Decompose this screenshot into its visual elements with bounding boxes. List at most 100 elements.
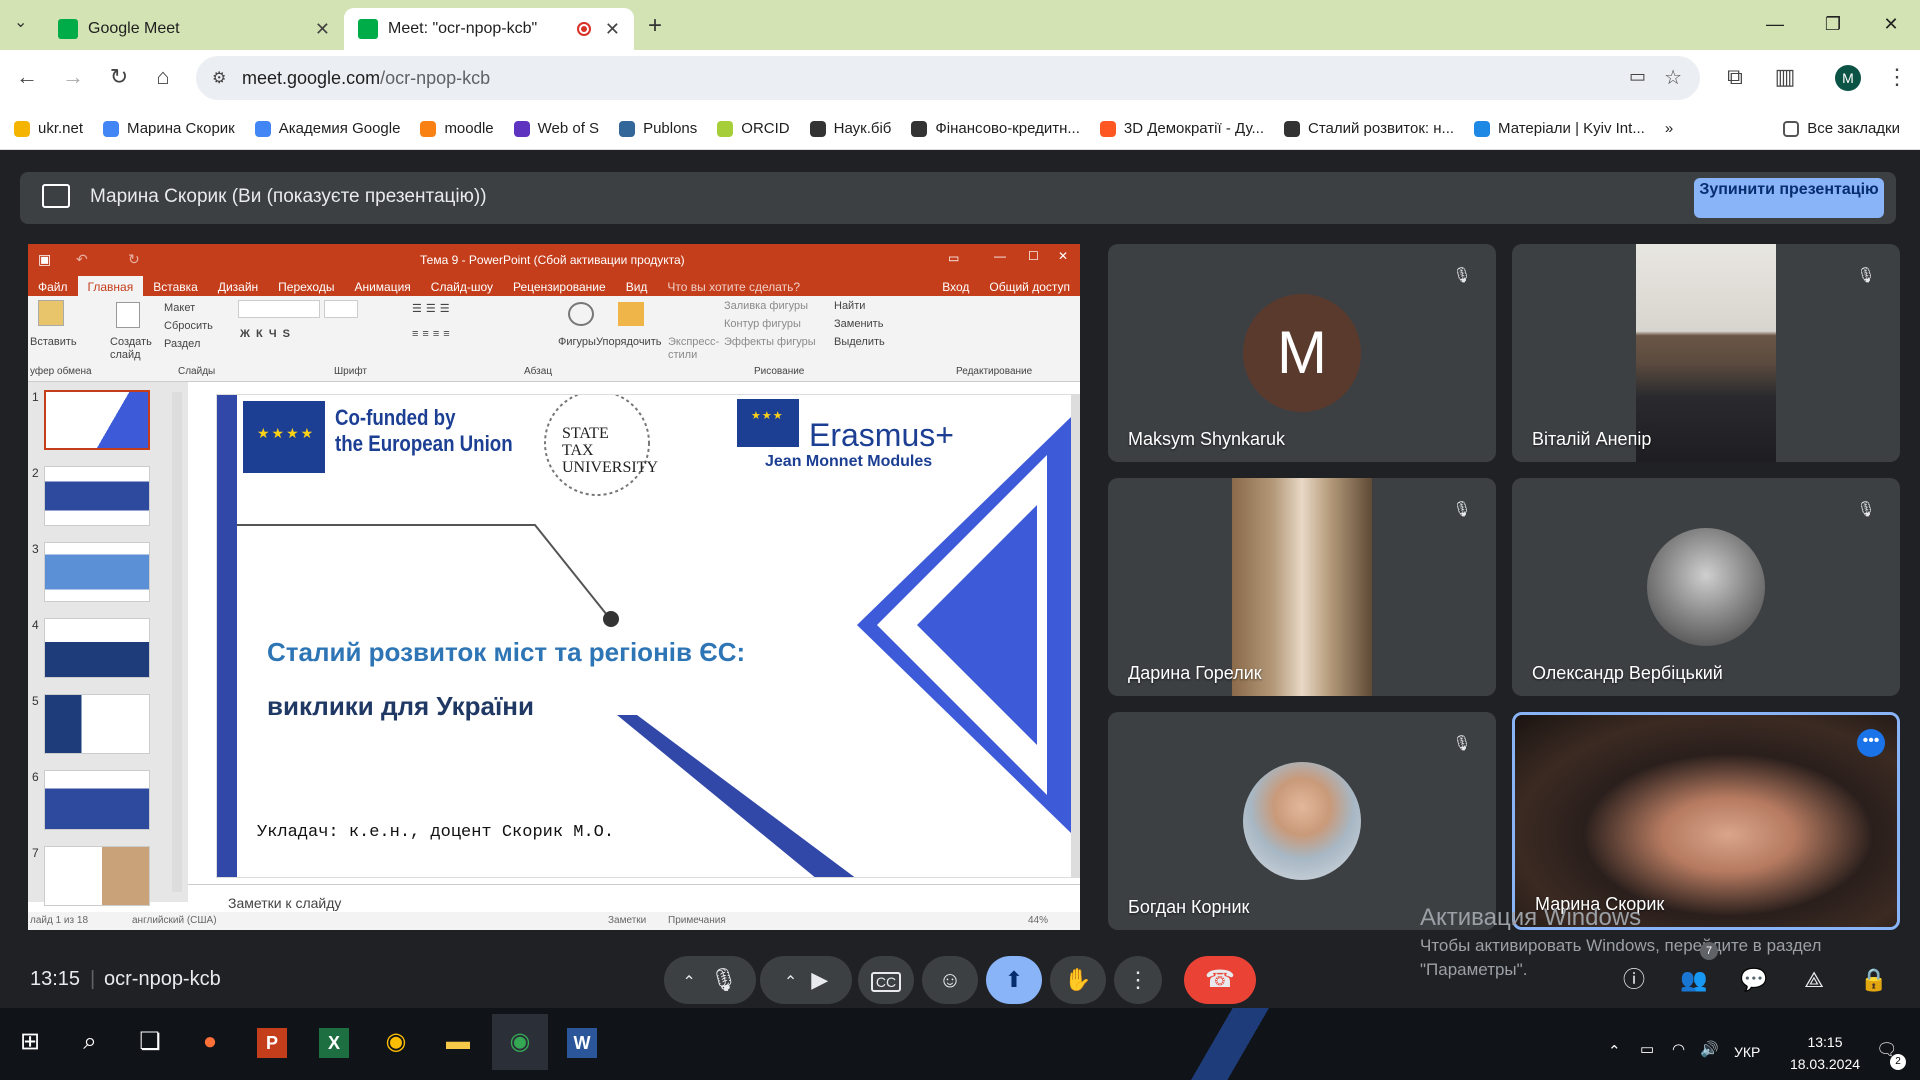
captions-button[interactable]: CC (858, 956, 914, 1004)
bookmark-item[interactable]: ukr.net (14, 120, 83, 137)
ppt-tab[interactable]: Вставка (143, 276, 208, 296)
restore-icon[interactable]: ❐ (1804, 0, 1862, 50)
site-settings-icon[interactable]: ⚙ (212, 68, 226, 88)
ribbon-item[interactable]: Заменить (834, 318, 883, 330)
chrome-profile-icon[interactable]: ◉ (492, 1014, 548, 1070)
file-explorer-icon[interactable]: ▬ (430, 1014, 486, 1070)
new-slide-icon[interactable] (116, 302, 140, 328)
font-family-box[interactable] (238, 300, 320, 318)
ppt-tab[interactable]: Дизайн (208, 276, 268, 296)
new-tab-plus-icon[interactable]: + (648, 12, 662, 40)
notes-pane[interactable]: Заметки к слайду (188, 884, 1080, 912)
stop-presenting-button[interactable]: Зупинити презентацію (1694, 178, 1884, 218)
status-comments[interactable]: Примечания (668, 915, 726, 926)
status-notes[interactable]: Заметки (608, 915, 646, 926)
paragraph-list-icons[interactable]: ☰☰☰ (412, 302, 454, 315)
paste-icon[interactable] (38, 300, 64, 326)
ppt-signin[interactable]: Вход (932, 276, 979, 296)
ribbon-item[interactable]: Раздел (164, 338, 200, 350)
font-size-box[interactable] (324, 300, 358, 318)
shapes-icon[interactable] (568, 302, 594, 326)
all-bookmarks-button[interactable]: Все закладки (1783, 120, 1900, 137)
bookmark-item[interactable]: Марина Скорик (103, 120, 235, 137)
slide-thumb-2[interactable] (44, 466, 150, 526)
bookmark-item[interactable]: Матеріали | Kyiv Int... (1474, 120, 1645, 137)
bookmark-item[interactable]: ORCID (717, 120, 790, 137)
ppt-save-icon[interactable]: ▣ (38, 251, 51, 268)
reload-icon[interactable]: ↻ (104, 64, 134, 90)
bookmark-item[interactable]: Фінансово-кредитн... (911, 120, 1080, 137)
participant-tile[interactable]: 🎙 Віталій Анепір (1512, 244, 1900, 462)
ribbon-item[interactable]: Макет (164, 302, 195, 314)
ppt-tell-me[interactable]: Что вы хотите сделать? (657, 276, 810, 296)
paragraph-align-icons[interactable]: ≡≡≡≡ (412, 328, 454, 340)
address-bar[interactable]: ⚙ meet.google.com/ocr-npop-kcb ▭ ☆ (196, 56, 1700, 100)
ribbon-item[interactable]: Экспресс-стили (668, 336, 719, 362)
close-tab-icon[interactable]: ✕ (315, 19, 330, 40)
window-close-icon[interactable]: ✕ (1862, 0, 1920, 50)
present-button[interactable]: ⬆ (986, 956, 1042, 1004)
chat-icon[interactable]: 💬 (1734, 962, 1774, 998)
participant-tile-self[interactable]: ••• Марина Скорик (1512, 712, 1900, 930)
bookmark-item[interactable]: Web of S (513, 120, 599, 137)
profile-avatar[interactable]: M (1835, 65, 1861, 91)
participant-tile[interactable]: 🎙 Богдан Корник (1108, 712, 1496, 930)
font-format-icons[interactable]: ЖКЧS (240, 328, 296, 340)
input-language[interactable]: УКР (1734, 1044, 1760, 1060)
bookmark-item[interactable]: Наук.біб (809, 120, 891, 137)
ppt-tab[interactable]: Переходы (268, 276, 344, 296)
forward-arrow-icon[interactable]: → (58, 64, 88, 90)
more-options-button[interactable]: ⋮ (1114, 956, 1162, 1004)
wifi-icon[interactable]: ◠ (1672, 1040, 1685, 1058)
tab-meet-active[interactable]: Meet: "осr-npop-kcb" ✕ (344, 8, 634, 50)
ribbon-item[interactable]: Создать слайд (110, 336, 154, 362)
ppt-redo-icon[interactable]: ↻ (128, 251, 140, 268)
ribbon-item[interactable]: Упорядочить (596, 336, 661, 348)
more-options-icon[interactable]: ••• (1857, 729, 1885, 757)
minimize-icon[interactable]: — (1746, 0, 1804, 50)
camera-control-button[interactable]: ⌃ ▶ (760, 956, 852, 1004)
battery-icon[interactable]: ▭ (1640, 1040, 1654, 1058)
ribbon-item[interactable]: Фигуры (558, 336, 596, 348)
home-icon[interactable]: ⌂ (148, 64, 178, 90)
participant-tile[interactable]: 🎙 Дарина Горелик (1108, 478, 1496, 696)
meeting-code[interactable]: ocr-npop-kcb (104, 968, 221, 991)
ppt-minimize-icon[interactable]: — (994, 249, 1006, 263)
camera-permission-icon[interactable]: ▭ (1629, 66, 1646, 87)
ppt-tab[interactable]: Рецензирование (503, 276, 616, 296)
slide-thumb-6[interactable] (44, 770, 150, 830)
slide-thumb-1[interactable] (44, 390, 150, 450)
meeting-details-icon[interactable]: ⓘ (1614, 962, 1654, 998)
bookmark-item[interactable]: Publons (619, 120, 697, 137)
ppt-tab-home[interactable]: Главная (77, 276, 144, 296)
ppt-tab[interactable]: Анимация (344, 276, 420, 296)
chevron-up-icon[interactable]: ⌃ (784, 974, 797, 991)
bookmark-item[interactable]: Сталий розвиток: н... (1284, 120, 1454, 137)
host-controls-lock-icon[interactable]: 🔒 (1854, 962, 1894, 998)
ppt-tab[interactable]: Вид (616, 276, 658, 296)
mic-control-button[interactable]: ⌃ 🎙 (664, 956, 756, 1004)
ribbon-item[interactable]: Эффекты фигуры (724, 336, 816, 348)
extensions-puzzle-icon[interactable]: ⧉ (1720, 64, 1750, 90)
side-panel-icon[interactable]: ▥ (1770, 64, 1800, 90)
participant-tile[interactable]: M 🎙 Maksym Shynkaruk (1108, 244, 1496, 462)
thumbs-scrollbar[interactable] (172, 392, 182, 892)
show-hidden-icons[interactable]: ⌃ (1608, 1042, 1621, 1060)
chrome-icon[interactable]: ◉ (368, 1014, 424, 1070)
close-tab-icon[interactable]: ✕ (605, 19, 620, 40)
microphone-icon[interactable]: 🎙 (710, 967, 738, 992)
participant-tile[interactable]: 🎙 Олександр Вербіцький (1512, 478, 1900, 696)
browser-menu-icon[interactable]: ⋮ (1882, 64, 1912, 90)
chevron-up-icon[interactable]: ⌃ (682, 974, 695, 991)
bookmark-star-icon[interactable]: ☆ (1664, 65, 1682, 90)
raise-hand-button[interactable]: ✋ (1050, 956, 1106, 1004)
ribbon-item[interactable]: Найти (834, 300, 865, 312)
task-view-icon[interactable]: ❏ (122, 1014, 178, 1070)
slide-thumb-4[interactable] (44, 618, 150, 678)
ppt-close-icon[interactable]: ✕ (1058, 249, 1068, 263)
ribbon-item[interactable]: Выделить (834, 336, 885, 348)
ppt-maximize-icon[interactable]: ☐ (1028, 249, 1039, 263)
activities-icon[interactable]: ⟁ (1794, 962, 1834, 998)
tab-search-icon[interactable]: ⌄ (14, 12, 27, 32)
ribbon-item[interactable]: Сбросить (164, 320, 213, 332)
